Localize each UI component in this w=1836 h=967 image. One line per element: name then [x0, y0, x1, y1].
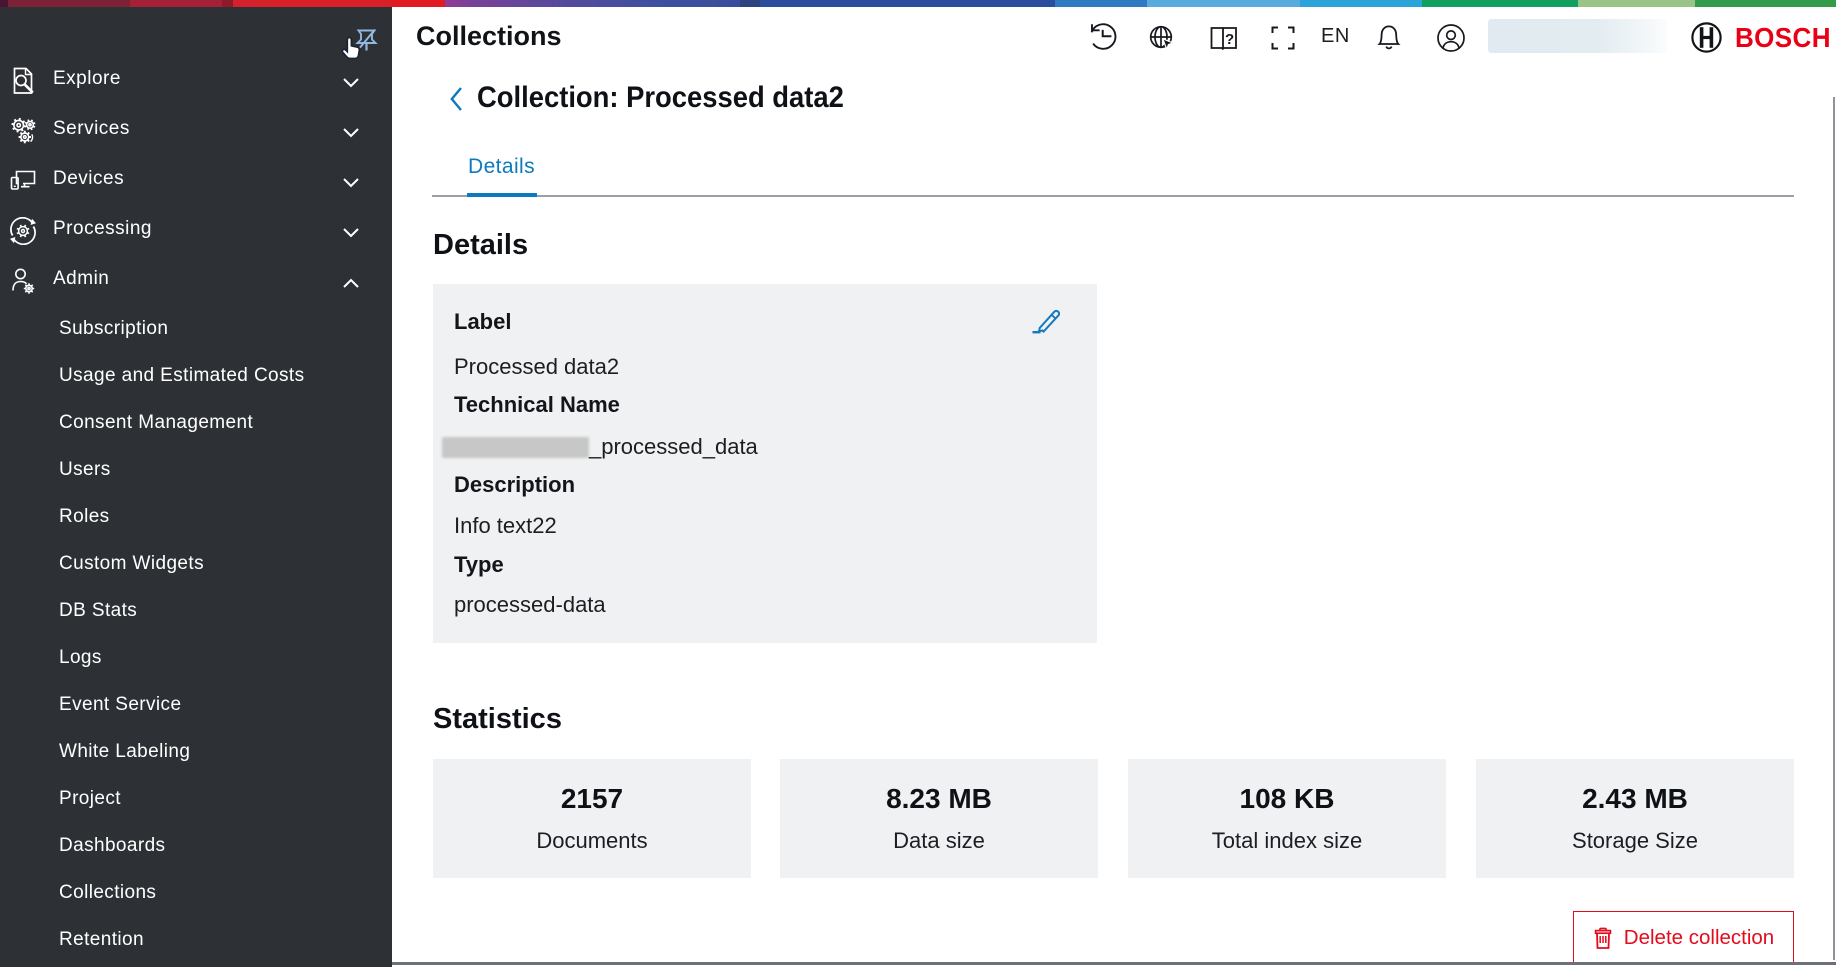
- svg-text:?: ?: [1225, 31, 1234, 48]
